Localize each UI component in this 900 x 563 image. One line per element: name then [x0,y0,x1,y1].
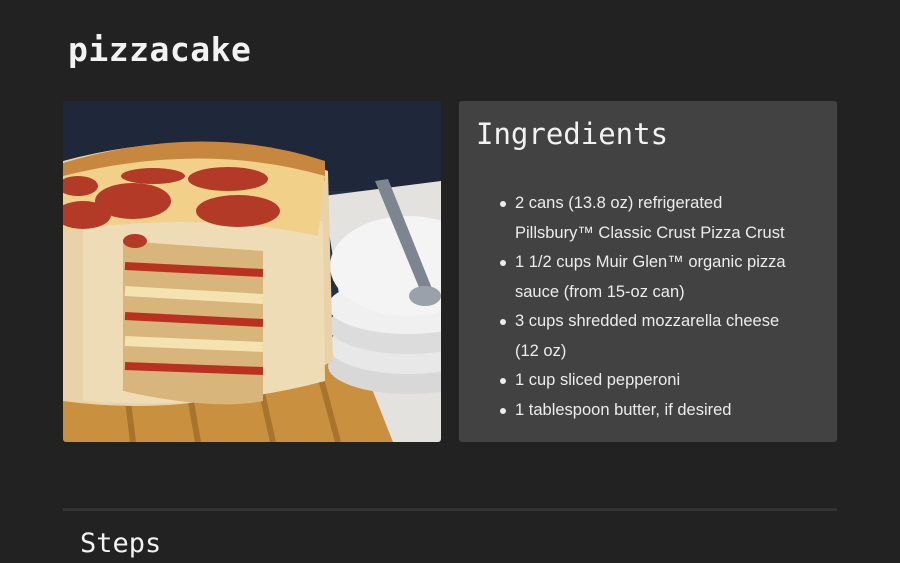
ingredients-heading: Ingredients [476,117,669,151]
recipe-page: pizzacake Ingredients 2 cans (13.8 oz) r… [0,0,900,563]
steps-heading: Steps [80,528,162,559]
section-divider [63,508,837,511]
list-item: 3 cups shredded mozzarella cheese (12 oz… [500,307,805,366]
page-title: pizzacake [68,30,252,69]
recipe-photo [63,101,441,442]
list-item: 2 cans (13.8 oz) refrigerated Pillsbury™… [500,189,805,248]
list-item: 1 tablespoon butter, if desired [500,396,805,426]
ingredients-list: 2 cans (13.8 oz) refrigerated Pillsbury™… [500,189,805,426]
list-item: 1 1/2 cups Muir Glen™ organic pizza sauc… [500,248,805,307]
list-item: 1 cup sliced pepperoni [500,366,805,396]
ingredients-card: Ingredients 2 cans (13.8 oz) refrigerate… [459,101,837,442]
